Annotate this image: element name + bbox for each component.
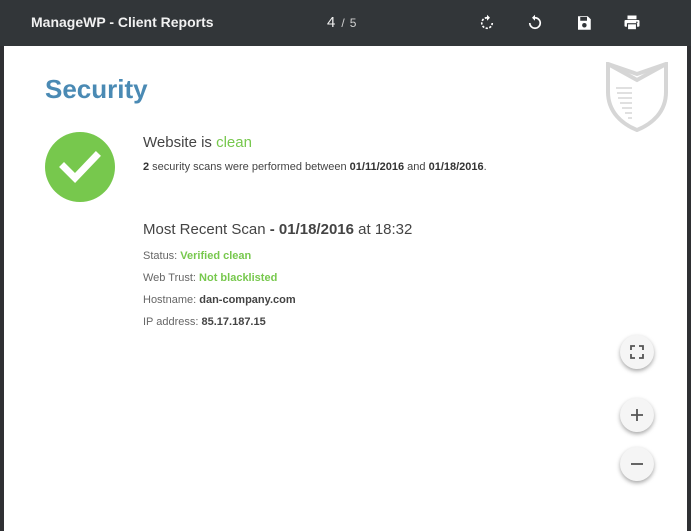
plus-icon xyxy=(631,409,643,421)
save-icon xyxy=(578,16,591,30)
viewer-toolbar: ManageWP - Client Reports 4 / 5 xyxy=(0,0,691,46)
scan-summary: 2 security scans were performed between … xyxy=(143,161,487,173)
recent-scan-date: - 01/18/2016 xyxy=(265,221,354,238)
detail-ip-address: IP address: 85.17.187.15 xyxy=(143,316,266,328)
document-title: ManageWP - Client Reports xyxy=(31,14,214,30)
website-status-prefix: Website is xyxy=(143,134,217,151)
page-total: 5 xyxy=(349,16,357,30)
detail-label: IP address: xyxy=(143,316,202,328)
scan-end-date: 01/18/2016 xyxy=(428,161,484,173)
detail-label: Web Trust: xyxy=(143,272,200,284)
fullscreen-button[interactable] xyxy=(620,335,654,369)
website-status-value: clean xyxy=(216,134,252,151)
detail-value: dan-company.com xyxy=(199,294,296,306)
zoom-in-button[interactable] xyxy=(620,398,654,432)
checkmark-icon xyxy=(59,151,101,184)
recent-scan-time: at 18:32 xyxy=(353,221,413,238)
rotate-clockwise-icon xyxy=(480,14,494,30)
save-button[interactable] xyxy=(574,13,594,33)
section-title: Security xyxy=(45,74,148,104)
scan-start-date: 01/11/2016 xyxy=(349,161,405,173)
rotate-counterclockwise-button[interactable] xyxy=(525,13,545,33)
recent-scan-label: Most Recent Scan xyxy=(143,221,266,238)
shield-logo-icon xyxy=(606,62,668,132)
detail-hostname: Hostname: dan-company.com xyxy=(143,294,296,306)
print-icon xyxy=(624,15,640,31)
detail-label: Hostname: xyxy=(143,294,200,306)
rotate-counterclockwise-icon xyxy=(528,14,542,30)
page-indicator: 4 / 5 xyxy=(327,14,356,32)
clean-status-indicator xyxy=(45,132,115,202)
rotate-clockwise-button[interactable] xyxy=(477,13,497,33)
scan-summary-text: . xyxy=(483,161,487,173)
detail-value: 85.17.187.15 xyxy=(201,316,266,328)
zoom-out-button[interactable] xyxy=(620,447,654,481)
detail-value: Verified clean xyxy=(180,250,252,262)
print-button[interactable] xyxy=(622,13,642,33)
detail-status: Status: Verified clean xyxy=(143,250,251,262)
page-separator: / xyxy=(341,16,345,30)
page-current: 4 xyxy=(327,14,336,31)
website-status: Website is clean xyxy=(143,134,252,151)
detail-label: Status: xyxy=(143,250,181,262)
recent-scan-heading: Most Recent Scan - 01/18/2016 at 18:32 xyxy=(143,221,412,238)
detail-web-trust: Web Trust: Not blacklisted xyxy=(143,272,277,284)
report-page: Security Website is clean 2 security sca… xyxy=(4,46,687,531)
scan-summary-text: and xyxy=(404,161,429,173)
minus-icon xyxy=(631,463,643,465)
detail-value: Not blacklisted xyxy=(199,272,278,284)
fullscreen-icon xyxy=(630,345,644,359)
scan-summary-text: security scans were performed between xyxy=(149,161,350,173)
